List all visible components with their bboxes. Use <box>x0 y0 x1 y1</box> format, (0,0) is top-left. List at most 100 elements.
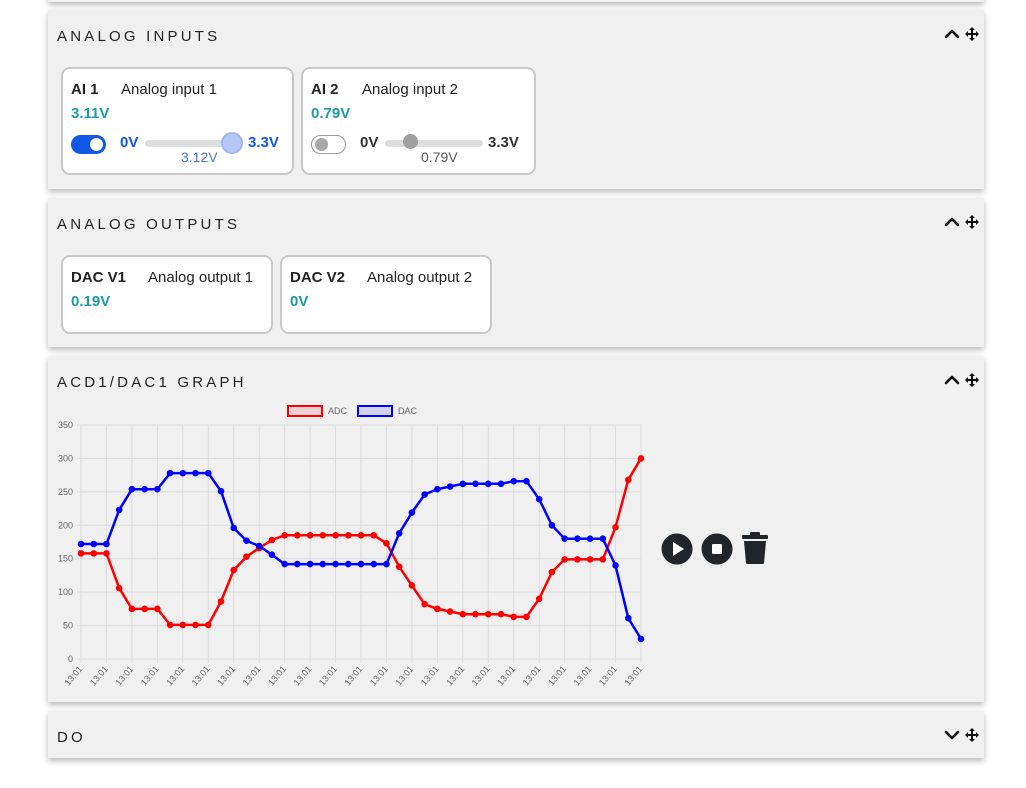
chevron-up-icon[interactable] <box>944 26 960 42</box>
data-point-dac <box>459 480 467 488</box>
data-point-dac <box>561 535 568 542</box>
data-point-adc <box>574 556 581 563</box>
data-point-adc <box>497 610 505 618</box>
data-point-dac <box>243 537 250 544</box>
data-point-adc <box>548 568 556 576</box>
data-point-adc <box>192 621 199 629</box>
data-point-adc <box>179 621 187 629</box>
play-button[interactable] <box>661 533 693 570</box>
do-panel: DO <box>48 711 984 758</box>
data-point-dac <box>370 560 378 568</box>
data-point-dac <box>103 540 110 548</box>
data-point-adc <box>535 595 543 603</box>
move-arrows-icon[interactable] <box>964 26 980 42</box>
move-arrows-icon[interactable] <box>964 214 980 230</box>
data-point-adc <box>421 600 428 608</box>
analog-outputs-panel: ANALOG OUTPUTS DAC V1 Analog output 1 0.… <box>48 198 984 347</box>
data-point-adc <box>281 532 288 539</box>
x-tick-label: 13:01 <box>88 664 110 688</box>
data-point-adc <box>344 532 352 539</box>
data-point-dac <box>306 560 314 568</box>
analog-input-card-ai2: AI 2 Analog input 2 0.79V 0V 3.3V 0.79V <box>301 67 536 175</box>
x-tick-label: 13:01 <box>190 664 212 688</box>
range-max-label: 3.3V <box>488 134 519 151</box>
data-point-adc <box>217 598 225 605</box>
data-point-adc <box>103 550 110 557</box>
input-description: Analog input 2 <box>362 81 458 98</box>
output-value: 0V <box>290 293 309 310</box>
x-tick-label: 13:01 <box>393 664 415 688</box>
y-tick-label: 300 <box>58 453 73 463</box>
data-point-dac <box>612 562 619 569</box>
data-point-dac <box>383 560 390 568</box>
graph-panel: ACD1/DAC1 GRAPH 0 50 100 150 200 250 300 350 13:… <box>48 356 984 702</box>
data-point-dac <box>599 535 607 542</box>
data-point-dac <box>192 469 199 477</box>
data-point-adc <box>637 455 645 462</box>
slider-thumb[interactable] <box>221 132 243 154</box>
data-point-dac <box>128 485 136 493</box>
range-max-label: 3.3V <box>248 134 279 151</box>
stop-icon <box>701 533 733 565</box>
output-name: DAC V1 <box>71 269 127 286</box>
data-point-adc <box>370 532 378 539</box>
move-arrows-icon[interactable] <box>964 727 980 743</box>
data-point-dac <box>204 469 212 477</box>
output-description: Analog output 2 <box>367 269 473 286</box>
x-tick-label: 13:01 <box>419 664 441 688</box>
data-point-dac <box>90 540 98 548</box>
data-point-adc <box>268 536 276 544</box>
data-point-dac <box>77 540 85 548</box>
data-point-adc <box>154 605 161 613</box>
trash-icon <box>742 532 768 564</box>
enable-toggle[interactable] <box>71 135 106 154</box>
range-min-label: 0V <box>120 134 139 151</box>
analog-inputs-panel: ANALOG INPUTS AI 1 Analog input 1 3.11V … <box>48 10 984 189</box>
x-tick-label: 13:01 <box>215 664 237 688</box>
x-tick-label: 13:01 <box>444 664 466 688</box>
slider-thumb[interactable] <box>403 134 418 149</box>
x-tick-label: 13:01 <box>266 664 288 688</box>
delete-button[interactable] <box>740 531 770 570</box>
chevron-down-icon[interactable] <box>944 727 960 743</box>
data-point-adc <box>204 621 212 629</box>
data-point-adc <box>561 556 568 563</box>
data-point-adc <box>523 613 530 621</box>
x-tick-label: 13:01 <box>342 664 364 688</box>
data-point-dac <box>472 480 479 488</box>
data-point-dac <box>523 477 530 485</box>
data-point-dac <box>230 524 238 532</box>
enable-toggle[interactable] <box>311 135 346 154</box>
previous-panel <box>48 0 984 2</box>
data-point-adc <box>459 610 467 618</box>
data-point-dac <box>281 560 288 568</box>
stop-button[interactable] <box>701 533 733 570</box>
data-point-dac <box>115 506 123 514</box>
slider-track[interactable] <box>385 140 483 147</box>
data-point-dac <box>510 477 518 485</box>
data-point-adc <box>141 605 148 613</box>
data-point-adc <box>230 566 238 574</box>
data-point-dac <box>357 560 365 568</box>
data-point-dac <box>421 491 428 498</box>
data-point-adc <box>319 532 327 539</box>
legend-swatch-adc <box>287 405 323 417</box>
legend-label-dac: DAC <box>398 406 418 416</box>
analog-output-card-dac2: DAC V2 Analog output 2 0V <box>280 255 492 334</box>
data-point-dac <box>395 530 403 537</box>
data-point-dac <box>497 480 505 488</box>
chevron-up-icon[interactable] <box>944 372 960 388</box>
data-point-dac <box>255 542 263 550</box>
play-icon <box>661 533 693 565</box>
data-point-dac <box>434 485 441 493</box>
data-point-dac <box>637 635 645 643</box>
data-point-adc <box>612 523 619 531</box>
data-point-adc <box>472 610 479 618</box>
legend-swatch-dac <box>357 405 393 417</box>
chevron-up-icon[interactable] <box>944 214 960 230</box>
data-point-adc <box>434 605 441 613</box>
data-point-adc <box>383 540 390 547</box>
move-arrows-icon[interactable] <box>964 372 980 388</box>
output-value: 0.19V <box>71 293 111 310</box>
data-point-adc <box>90 550 98 557</box>
